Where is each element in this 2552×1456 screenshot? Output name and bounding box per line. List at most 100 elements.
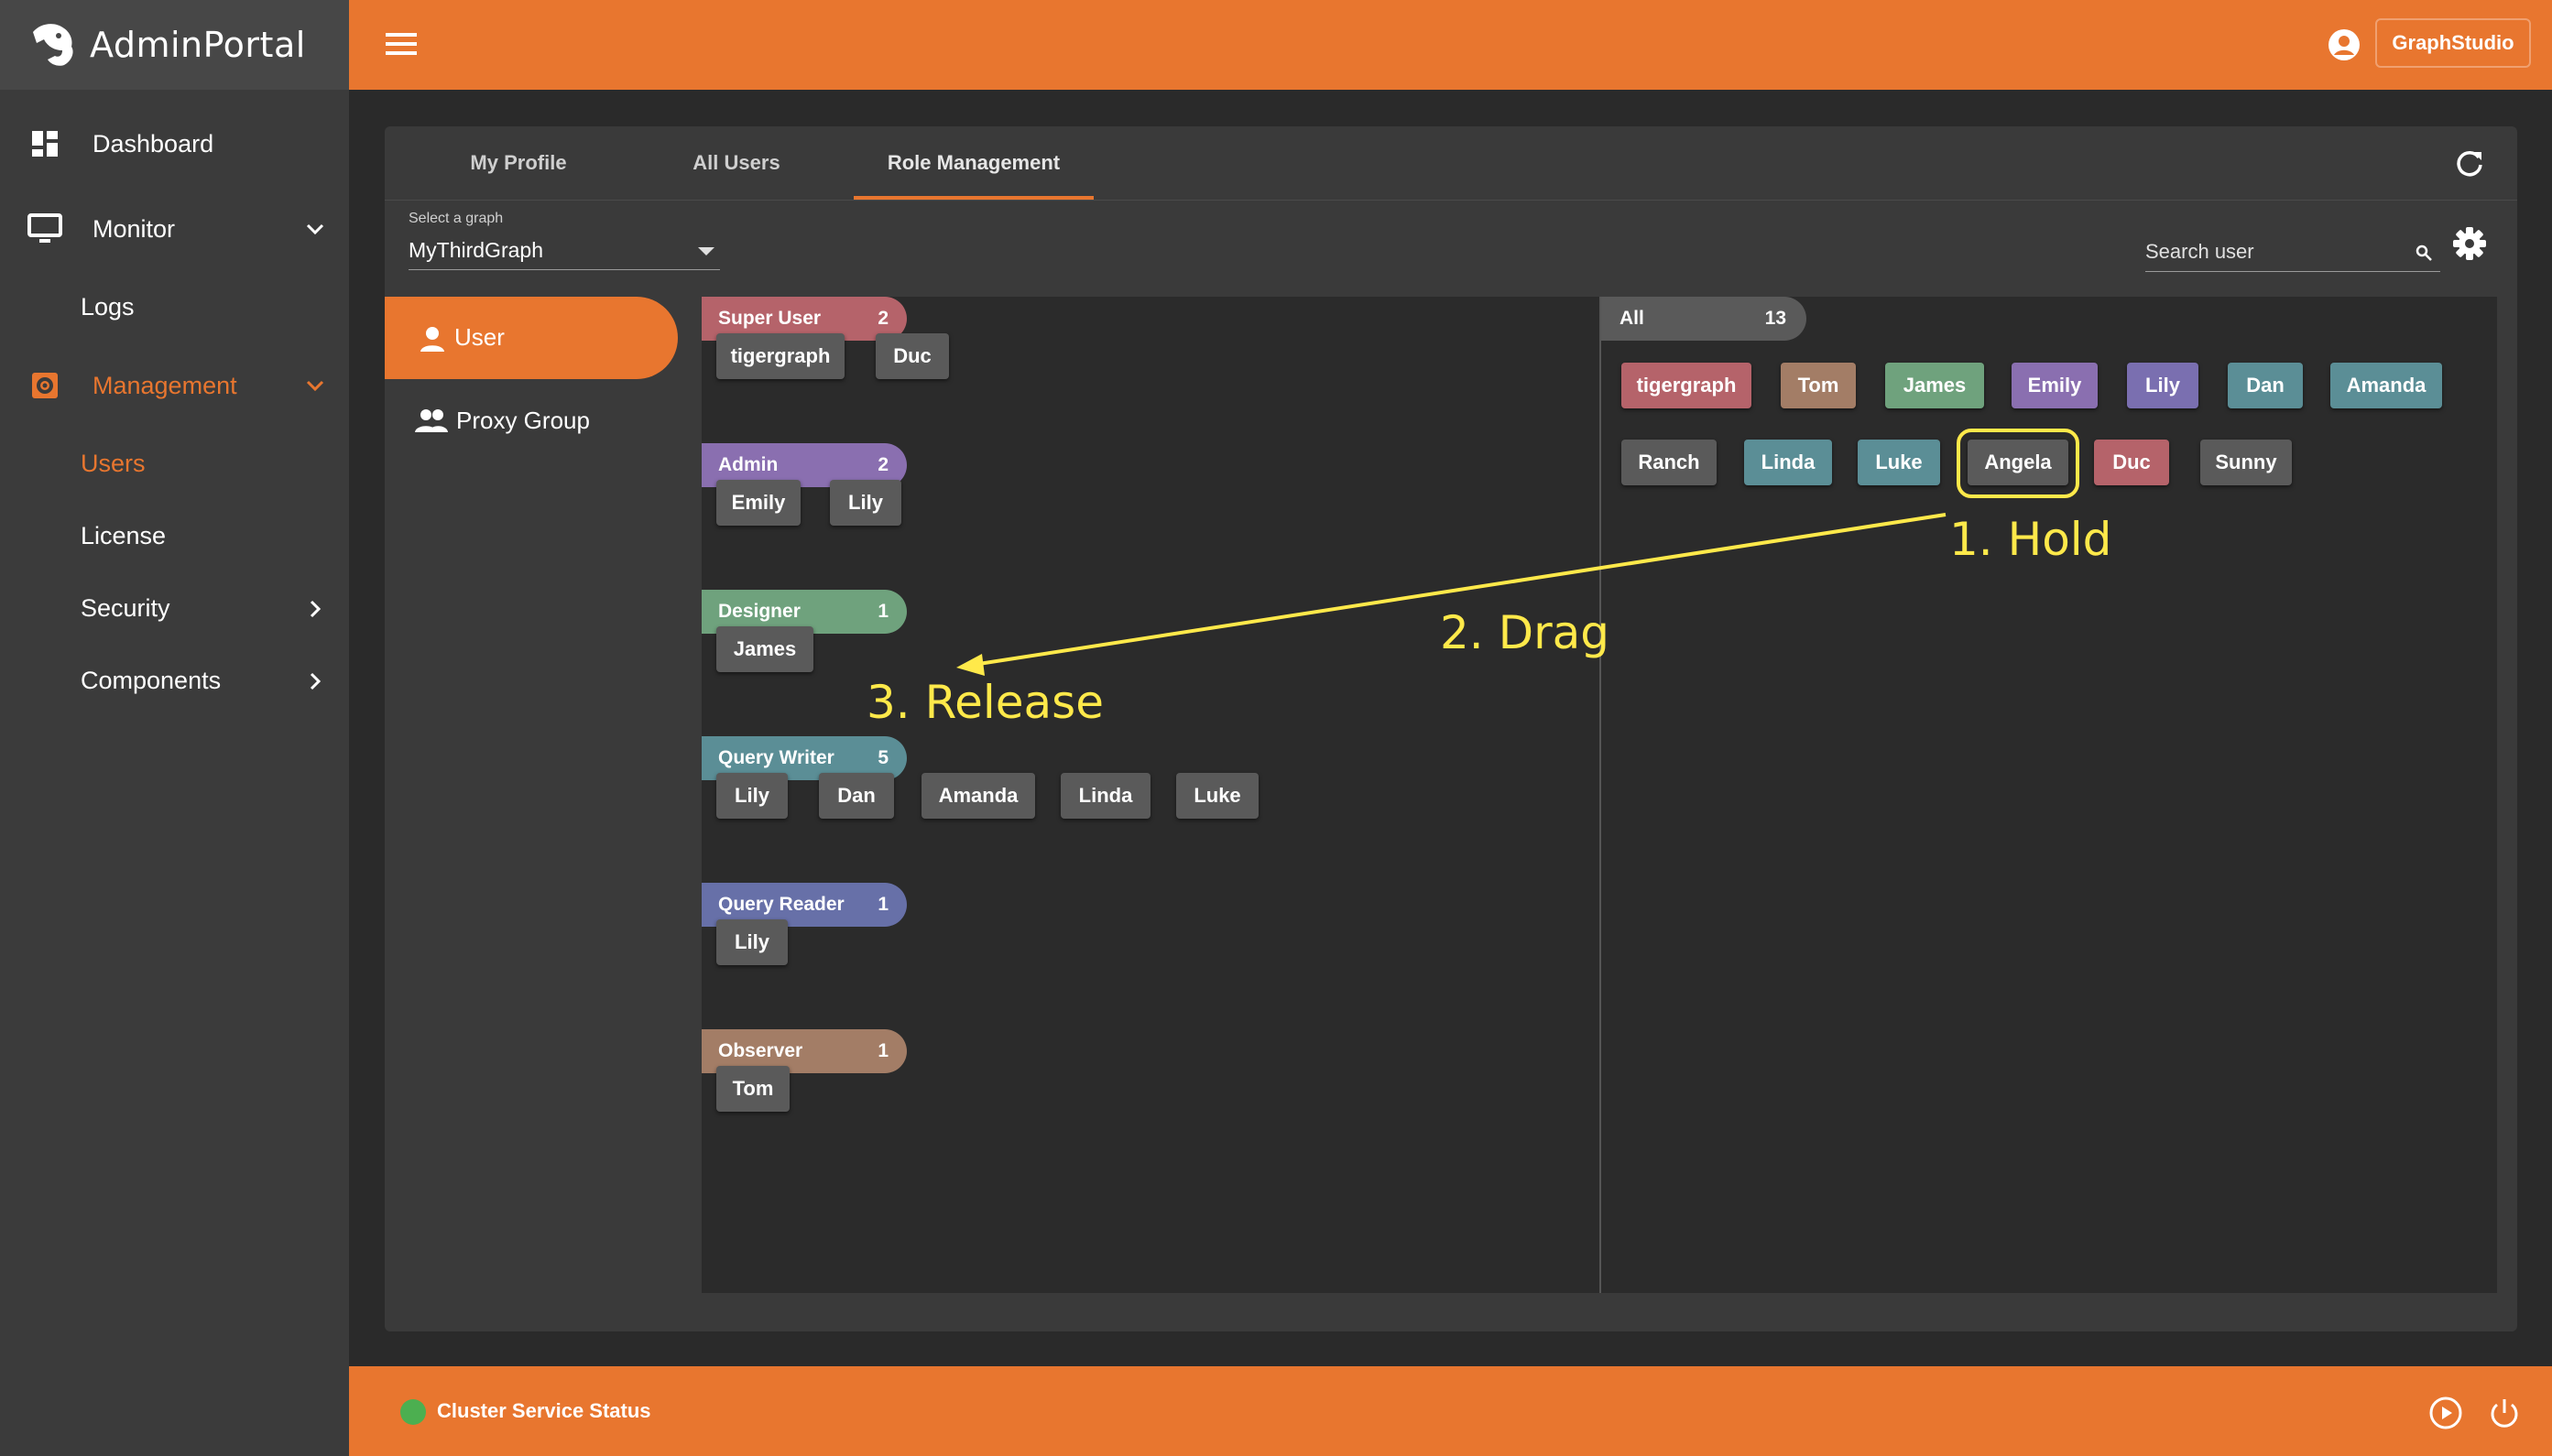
- sidebar-item-label: Components: [81, 667, 222, 694]
- user-chip[interactable]: Linda: [1061, 773, 1151, 819]
- dashboard-icon: [27, 126, 62, 161]
- user-nav-label: User: [454, 323, 505, 351]
- user-chip[interactable]: Lily: [2127, 363, 2198, 408]
- sidebar-item-dashboard[interactable]: Dashboard: [0, 107, 349, 180]
- graph-select-value: MyThirdGraph: [409, 238, 543, 262]
- active-tab-indicator: [854, 196, 1094, 200]
- sidebar-item-label: Dashboard: [93, 129, 214, 158]
- sidebar-item-label: Management: [93, 371, 237, 399]
- user-chip[interactable]: tigergraph: [716, 333, 845, 379]
- chevron-down-icon[interactable]: [302, 216, 328, 242]
- gear-icon[interactable]: [2451, 225, 2488, 262]
- tab-role-management[interactable]: Role Management: [854, 126, 1094, 200]
- user-chip[interactable]: Tom: [716, 1066, 790, 1112]
- user-chip[interactable]: Emily: [716, 480, 801, 526]
- tab-all-users[interactable]: All Users: [645, 126, 828, 200]
- management-icon: [27, 368, 62, 403]
- monitor-icon: [27, 212, 62, 246]
- sidebar-item-components[interactable]: Components: [81, 667, 337, 695]
- dropdown-arrow-icon: [698, 247, 714, 255]
- sidebar-item-management[interactable]: Management: [0, 349, 349, 422]
- role-name: Observer: [718, 1040, 803, 1061]
- refresh-icon[interactable]: [2453, 147, 2486, 179]
- user-chip[interactable]: James: [716, 626, 813, 672]
- user-chip[interactable]: Emily: [2012, 363, 2098, 408]
- search-placeholder: Search user: [2145, 240, 2254, 263]
- user-chip[interactable]: James: [1885, 363, 1984, 408]
- annotation-release: 3. Release: [867, 676, 1104, 729]
- role-name: Super User: [718, 308, 822, 329]
- sidebar-item-users[interactable]: Users: [81, 450, 146, 478]
- role-count: 2: [878, 308, 889, 329]
- chevron-right-icon: [310, 600, 322, 618]
- brand-name: AdminPortal: [90, 25, 306, 65]
- role-count: 1: [878, 1040, 889, 1061]
- search-user-input[interactable]: Search user: [2145, 231, 2440, 272]
- tab-bar: My Profile All Users Role Management: [385, 126, 2517, 201]
- annotation-drag: 2. Drag: [1440, 606, 1610, 659]
- role-count: 1: [878, 894, 889, 915]
- play-icon[interactable]: [2428, 1396, 2463, 1430]
- user-chip[interactable]: Duc: [2094, 440, 2169, 485]
- sidebar-item-monitor[interactable]: Monitor: [0, 192, 349, 266]
- chevron-right-icon: [310, 672, 322, 690]
- user-chip[interactable]: Amanda: [2330, 363, 2442, 408]
- role-count: 5: [878, 747, 889, 768]
- proxy-group-nav-button[interactable]: Proxy Group: [385, 385, 678, 458]
- bottom-bar: Cluster Service Status: [349, 1366, 2552, 1456]
- user-chip[interactable]: Tom: [1781, 363, 1856, 408]
- person-icon: [420, 327, 444, 352]
- sidebar-item-security[interactable]: Security: [81, 594, 337, 623]
- user-chip[interactable]: Luke: [1858, 440, 1940, 485]
- group-icon: [415, 409, 448, 432]
- role-count: 1: [878, 601, 889, 622]
- menu-icon[interactable]: [386, 31, 417, 57]
- role-name: Designer: [718, 601, 801, 622]
- user-nav-button[interactable]: User: [385, 297, 678, 379]
- sidebar-item-label: Users: [81, 450, 146, 477]
- user-chip[interactable]: Luke: [1176, 773, 1259, 819]
- graph-select-label: Select a graph: [409, 211, 504, 226]
- role-name: Admin: [718, 454, 779, 475]
- sidebar-item-logs[interactable]: Logs: [81, 293, 135, 321]
- graph-select[interactable]: MyThirdGraph: [409, 231, 720, 270]
- graphstudio-button[interactable]: GraphStudio: [2375, 18, 2531, 68]
- logo[interactable]: AdminPortal: [0, 0, 349, 90]
- account-icon[interactable]: [2327, 27, 2361, 62]
- search-icon: [2416, 244, 2432, 261]
- user-chip[interactable]: Lily: [716, 919, 788, 965]
- user-chip[interactable]: Duc: [876, 333, 949, 379]
- role-count: 2: [878, 454, 889, 475]
- role-name: Query Reader: [718, 894, 845, 915]
- tiger-logo-icon: [33, 24, 73, 66]
- sidebar-item-label: License: [81, 522, 167, 549]
- user-chip[interactable]: Sunny: [2200, 440, 2292, 485]
- roles-panel: Super User 2 tigergraph Duc Admin 2 Emil…: [702, 297, 1599, 1293]
- role-name: Query Writer: [718, 747, 834, 768]
- top-bar: GraphStudio: [349, 0, 2552, 90]
- role-management-card: My Profile All Users Role Management Sel…: [385, 126, 2517, 1331]
- proxy-group-nav-label: Proxy Group: [456, 407, 590, 434]
- power-icon[interactable]: [2487, 1396, 2522, 1430]
- hold-highlight-ring: [1957, 429, 2079, 498]
- user-chip[interactable]: Linda: [1744, 440, 1832, 485]
- annotation-hold: 1. Hold: [1949, 513, 2112, 566]
- all-users-header: All 13: [1601, 297, 1806, 341]
- chevron-down-icon[interactable]: [302, 373, 328, 398]
- user-chip[interactable]: Amanda: [922, 773, 1035, 819]
- cluster-status-text[interactable]: Cluster Service Status: [437, 1399, 651, 1423]
- status-indicator-icon: [400, 1399, 426, 1425]
- user-chip[interactable]: Lily: [830, 480, 901, 526]
- sidebar-item-label: Logs: [81, 293, 135, 321]
- user-chip[interactable]: Dan: [2228, 363, 2303, 408]
- user-chip[interactable]: Lily: [716, 773, 788, 819]
- all-users-label: All: [1620, 308, 1644, 329]
- all-users-count: 13: [1764, 308, 1786, 329]
- sidebar-item-license[interactable]: License: [81, 522, 166, 550]
- user-chip[interactable]: tigergraph: [1621, 363, 1751, 408]
- tab-my-profile[interactable]: My Profile: [427, 126, 610, 200]
- user-chip[interactable]: Dan: [819, 773, 894, 819]
- sidebar: AdminPortal Dashboard Monitor Logs Manag…: [0, 0, 349, 1456]
- user-chip[interactable]: Ranch: [1621, 440, 1717, 485]
- sidebar-item-label: Security: [81, 594, 170, 622]
